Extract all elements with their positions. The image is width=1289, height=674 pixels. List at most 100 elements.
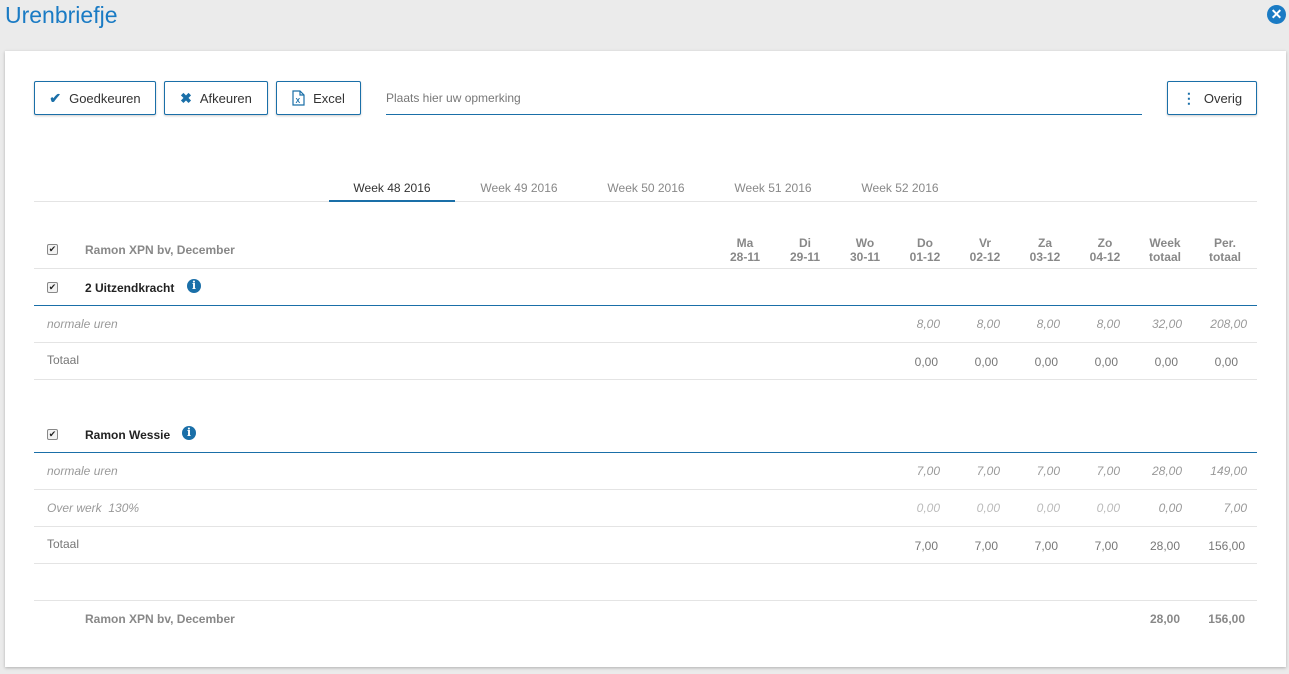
column-header: Wo 30-11: [835, 236, 895, 264]
week-tabs: Week 48 2016 Week 49 2016 Week 50 2016 W…: [34, 175, 1257, 202]
column-day: Per.: [1213, 236, 1237, 250]
cell-value: 7,00: [1036, 464, 1060, 478]
divider: [34, 489, 1257, 490]
reject-button[interactable]: ✖ Afkeuren: [164, 81, 268, 115]
column-date: 04-12: [1089, 250, 1121, 264]
column-day: Ma: [736, 236, 754, 250]
column-date: 30-11: [849, 250, 881, 264]
group-divider: [34, 452, 1257, 453]
cell-value: 7,00: [1223, 501, 1247, 515]
column-day: Week: [1149, 236, 1181, 250]
column-day: Do: [917, 236, 933, 250]
column-header: Zo 04-12: [1075, 236, 1135, 264]
divider: [34, 600, 1257, 601]
cell-value: 7,00: [1094, 539, 1118, 553]
approve-button[interactable]: ✔ Goedkeuren: [34, 81, 156, 115]
cell-value: 7,00: [1034, 539, 1058, 553]
tab-week-51[interactable]: Week 51 2016: [710, 175, 836, 202]
column-header: Ma 28-11: [715, 236, 775, 264]
row-label: normale uren: [47, 464, 118, 478]
column-day: Za: [1037, 236, 1052, 250]
cell-value: 0,00: [1214, 355, 1238, 369]
cell-value: 28,00: [1149, 539, 1180, 553]
column-date: totaal: [1148, 250, 1181, 264]
row-label: Totaal: [47, 353, 80, 367]
more-label: Overig: [1203, 90, 1243, 106]
remark-input[interactable]: Plaats hier uw opmerking: [386, 81, 1142, 115]
excel-button[interactable]: X Excel: [276, 81, 361, 115]
tab-week-52[interactable]: Week 52 2016: [837, 175, 963, 202]
tab-week-49[interactable]: Week 49 2016: [456, 175, 582, 202]
cell-value: 0,00: [1094, 355, 1118, 369]
cell-value: 149,00: [1210, 464, 1247, 478]
column-header: Vr 02-12: [955, 236, 1015, 264]
cross-icon: ✖: [180, 89, 192, 106]
excel-label: Excel: [313, 90, 345, 106]
cell-value: 208,00: [1210, 317, 1247, 331]
column-day: Di: [799, 236, 811, 250]
cell-value: 8,00: [916, 317, 940, 331]
cell-value: 0,00: [974, 355, 998, 369]
reject-label: Afkeuren: [199, 90, 252, 106]
cell-value: 32,00: [1151, 317, 1182, 331]
footer-week-total: 28,00: [1149, 612, 1180, 626]
cell-value: 0,00: [1158, 501, 1182, 515]
column-date: 28-11: [729, 250, 761, 264]
more-button[interactable]: ⋮ Overig: [1167, 81, 1257, 115]
timesheet-panel: ✔ Goedkeuren ✖ Afkeuren X Excel Plaats h…: [5, 51, 1286, 667]
group-checkbox[interactable]: ✔: [47, 429, 58, 440]
column-date: totaal: [1208, 250, 1241, 264]
column-date: 01-12: [909, 250, 941, 264]
divider: [34, 268, 1257, 269]
svg-text:X: X: [296, 98, 301, 105]
group-name: 2 Uitzendkracht: [85, 281, 175, 295]
cell-value: 8,00: [1096, 317, 1120, 331]
divider: [34, 526, 1257, 527]
cell-value: 7,00: [976, 464, 1000, 478]
cell-value: 0,00: [1036, 501, 1060, 515]
group-name: Ramon Wessie: [85, 428, 171, 442]
info-icon[interactable]: i: [187, 279, 201, 293]
cell-value: 156,00: [1208, 539, 1245, 553]
excel-file-icon: X: [292, 90, 305, 106]
cell-value: 28,00: [1151, 464, 1182, 478]
cell-value: 7,00: [974, 539, 998, 553]
cell-value: 0,00: [916, 501, 940, 515]
cell-value: 8,00: [1036, 317, 1060, 331]
column-header: Week totaal: [1135, 236, 1195, 264]
divider: [34, 563, 1257, 564]
column-header: Do 01-12: [895, 236, 955, 264]
header-label: Ramon XPN bv, December: [85, 243, 235, 257]
cell-value: 7,00: [914, 539, 938, 553]
info-icon[interactable]: i: [182, 426, 196, 440]
tab-week-48[interactable]: Week 48 2016: [329, 175, 455, 202]
tab-week-50[interactable]: Week 50 2016: [583, 175, 709, 202]
divider: [34, 342, 1257, 343]
select-all-checkbox[interactable]: ✔: [47, 244, 58, 255]
row-label: Over werk 130%: [47, 501, 140, 515]
cell-value: 0,00: [1096, 501, 1120, 515]
column-date: 03-12: [1029, 250, 1061, 264]
cell-value: 7,00: [916, 464, 940, 478]
row-label: Totaal: [47, 537, 80, 551]
cell-value: 0,00: [1154, 355, 1178, 369]
column-header: Za 03-12: [1015, 236, 1075, 264]
checkmark-icon: ✔: [49, 89, 62, 106]
approve-label: Goedkeuren: [69, 90, 141, 106]
cell-value: 7,00: [1096, 464, 1120, 478]
column-date: 02-12: [969, 250, 1001, 264]
close-icon[interactable]: ✕: [1267, 5, 1286, 24]
column-header: Di 29-11: [775, 236, 835, 264]
vertical-dots-icon: ⋮: [1181, 89, 1196, 106]
group-checkbox[interactable]: ✔: [47, 282, 58, 293]
column-header: Per. totaal: [1195, 236, 1255, 264]
column-day: Zo: [1097, 236, 1113, 250]
column-day: Wo: [855, 236, 875, 250]
cell-value: 0,00: [1034, 355, 1058, 369]
cell-value: 8,00: [976, 317, 1000, 331]
column-date: 29-11: [789, 250, 821, 264]
cell-value: 0,00: [976, 501, 1000, 515]
group-divider: [34, 305, 1257, 306]
footer-period-total: 156,00: [1208, 612, 1245, 626]
row-label: normale uren: [47, 317, 118, 331]
